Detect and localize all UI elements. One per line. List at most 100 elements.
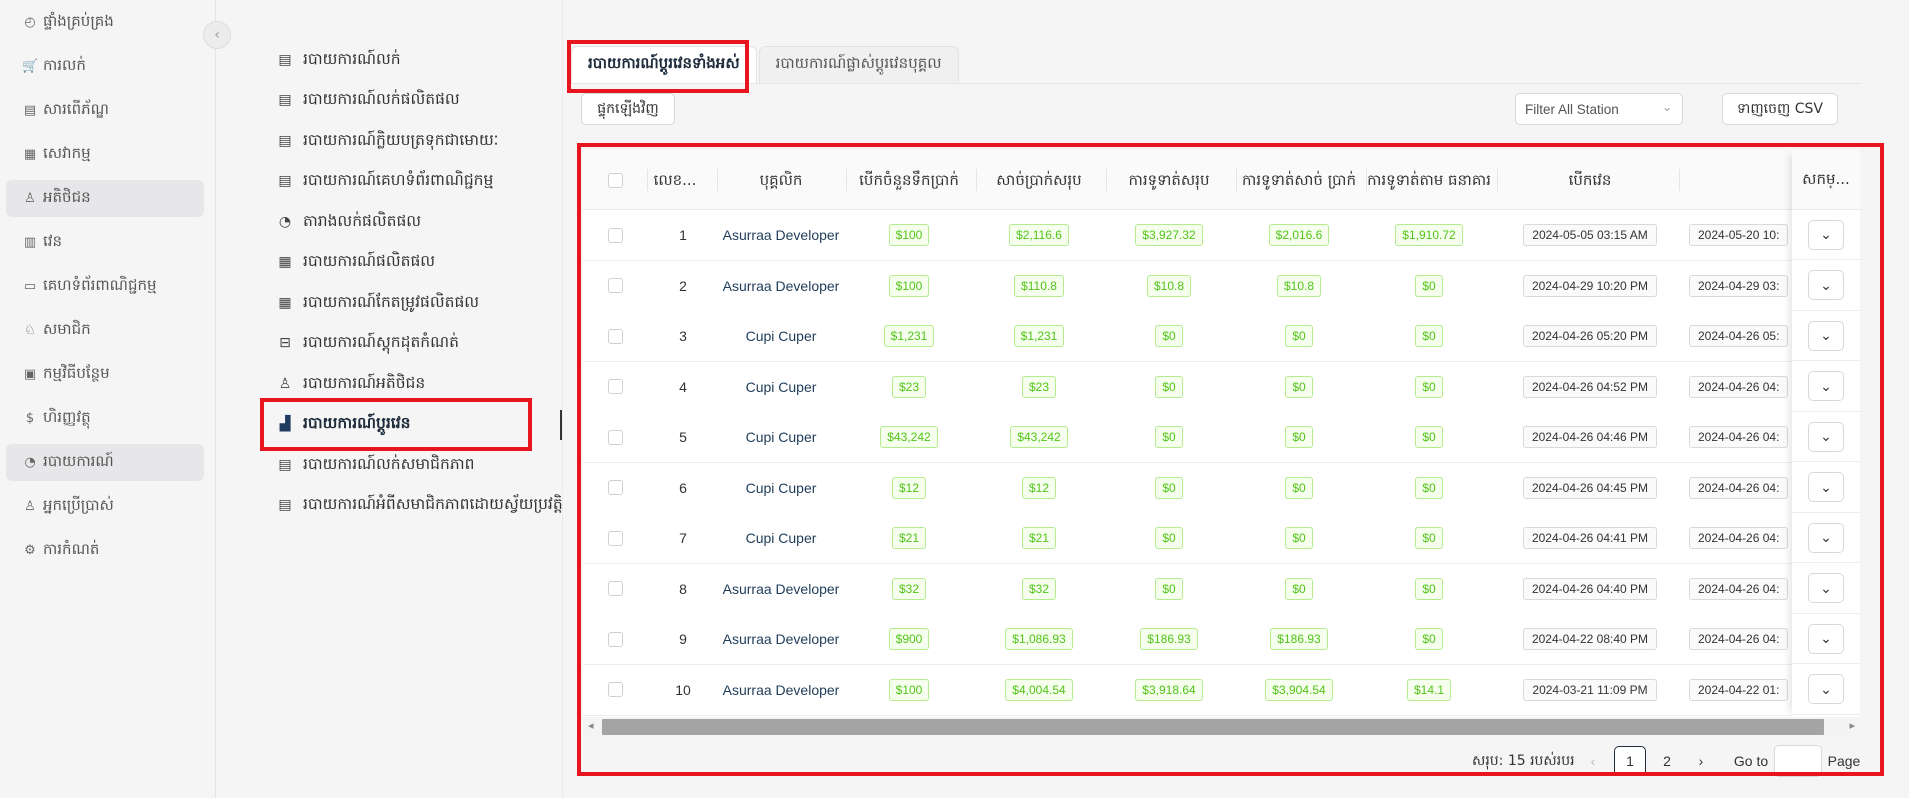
expand-row-button[interactable]: ⌄ — [1808, 270, 1844, 300]
header-separator — [717, 169, 718, 191]
submenu-item-6[interactable]: ▦ របាយការណ៍កែតម្រូវផលិតផល — [277, 285, 479, 321]
row-checkbox[interactable] — [600, 665, 630, 715]
checkbox[interactable] — [607, 631, 623, 647]
nav-item-10[interactable]: ◔ របាយការណ៍ — [6, 444, 204, 481]
submenu-item-2[interactable]: ▤ របាយការណ៍ក្លិយបត្រទុកជាមោយៈ — [277, 123, 498, 159]
row-checkbox[interactable] — [600, 210, 630, 260]
checkbox[interactable] — [607, 682, 623, 697]
expand-row-button[interactable]: ⌄ — [1808, 522, 1844, 553]
submenu-item-0[interactable]: ▤ របាយការណ៍លក់ — [277, 42, 400, 78]
table-row[interactable]: 6 Cupi Cuper $12 $12 $0 $0 $0 2024-04-26 04:45 … — [583, 462, 1860, 514]
scroll-left-icon[interactable]: ◂ — [588, 719, 594, 732]
datetime-tag: 2024-04-26 05: — [1689, 325, 1789, 347]
page-2-button[interactable]: 2 — [1655, 746, 1679, 776]
submenu-item-5[interactable]: ▦ របាយការណ៍ផលិតផល — [277, 244, 435, 280]
submenu-item-3[interactable]: ▤ របាយការណ៍គេហទំព័រពាណិជ្ជកម្ម — [277, 163, 493, 199]
nav-item-8[interactable]: ▣ កម្មវិធីបន្ថែម — [6, 356, 204, 393]
nav-item-5[interactable]: ▥ វេន — [6, 224, 204, 261]
row-checkbox[interactable] — [600, 261, 630, 311]
submenu-item-9[interactable]: ▟ របាយការណ៍ប្តូរវេន — [277, 406, 411, 442]
export-csv-button[interactable]: ទាញចេញ CSV — [1722, 93, 1838, 125]
nav-item-label: ការលក់ — [43, 55, 86, 74]
nav-item-11[interactable]: ♙ អ្នកប្រើប្រាស់ — [6, 488, 204, 525]
table-row[interactable]: 10 Asurraa Developer $100 $4,004.54 $3,918.6… — [583, 664, 1860, 716]
table-row[interactable]: 7 Cupi Cuper $21 $21 $0 $0 $0 2024-04-26 04:41 … — [583, 513, 1860, 564]
table-row[interactable]: 4 Cupi Cuper $23 $23 $0 $0 $0 2024-04-26 04:52 … — [583, 361, 1860, 413]
column-header-6[interactable]: ការទូទាត់សាច់ ប្រាក់ — [1237, 150, 1362, 210]
scroll-right-icon[interactable]: ▸ — [1849, 719, 1855, 732]
tab-individual-shift-report[interactable]: របាយការណ៍ផ្លាស់ប្តូរវេនបុគ្គល — [758, 46, 959, 83]
scrollbar-thumb[interactable] — [602, 719, 1824, 735]
submenu-item-11[interactable]: ▤ របាយការណ៍អំពីសមាជិកភាពដោយស្វ័យប្រវត្តិ — [277, 487, 562, 523]
tab-all-shift-report[interactable]: របាយការណ៍ប្តូរវេនទាំងអស់ — [571, 46, 757, 83]
submenu-item-10[interactable]: ▤ របាយការណ៍លក់សមាជិកភាព — [277, 447, 474, 483]
table-row[interactable]: 1 Asurraa Developer $100 $2,116.6 $3,927.32 $… — [583, 210, 1860, 261]
next-page-icon[interactable]: › — [1693, 746, 1709, 776]
expand-row-button[interactable]: ⌄ — [1808, 623, 1844, 654]
datetime-tag: 2024-04-26 04: — [1689, 476, 1789, 499]
submenu-item-7[interactable]: ⊟ របាយការណ៍ស្តុកដុតកំណត់ — [277, 325, 459, 361]
checkbox[interactable] — [607, 379, 623, 394]
row-checkbox[interactable] — [600, 311, 630, 361]
row-checkbox[interactable] — [600, 362, 630, 412]
checkbox[interactable] — [607, 429, 623, 445]
nav-item-12[interactable]: ⚙ ការកំណត់ — [6, 532, 204, 569]
row-checkbox[interactable] — [600, 412, 630, 462]
goto-page-input[interactable] — [1774, 745, 1822, 777]
amount-tag: $21 — [1021, 527, 1057, 549]
nav-item-3[interactable]: ▦ សេវាកម្ម — [6, 136, 204, 173]
column-header-1[interactable]: លេខ... — [650, 150, 700, 210]
submenu-item-4[interactable]: ◔ តារាងលក់ផលិតផល — [277, 204, 421, 240]
checkbox[interactable] — [607, 530, 623, 546]
expand-row-button[interactable]: ⌄ — [1808, 320, 1844, 351]
page-1-button[interactable]: 1 — [1614, 746, 1646, 776]
table-row[interactable]: 3 Cupi Cuper $1,231 $1,231 $0 $0 $0 2024-04-26 … — [583, 311, 1860, 362]
column-header-2[interactable]: បុគ្គលិក — [716, 150, 846, 210]
expand-row-button[interactable]: ⌄ — [1808, 371, 1844, 401]
nav-item-1[interactable]: 🛒 ការលក់ — [6, 48, 204, 85]
datetime-tag: 2024-04-26 05:20 PM — [1522, 325, 1658, 347]
customer-icon: ♙ — [24, 191, 36, 206]
checkbox[interactable] — [607, 227, 623, 243]
column-header-5[interactable]: ការទូទាត់សរុប — [1107, 150, 1232, 210]
nav-item-4[interactable]: ♙ អតិថិជន — [6, 180, 204, 217]
cell-bank_payment: $0 — [1364, 412, 1494, 462]
row-checkbox[interactable] — [600, 513, 630, 563]
nav-item-2[interactable]: ▤ សារពើភ័ណ្ឌ — [6, 92, 204, 129]
prev-page-icon[interactable]: ‹ — [1585, 746, 1601, 776]
row-checkbox[interactable] — [600, 463, 630, 513]
checkbox[interactable] — [607, 278, 623, 293]
nav-item-7[interactable]: ♘ សមាជិក — [6, 312, 204, 349]
expand-row-button[interactable]: ⌄ — [1808, 472, 1844, 502]
column-header-3[interactable]: បើកចំនួនទឹកប្រាក់ — [847, 150, 972, 210]
column-header-4[interactable]: សាច់ប្រាក់សរុប — [977, 150, 1102, 210]
station-filter-select[interactable]: Filter All Station ⌄ — [1515, 93, 1683, 125]
nav-item-6[interactable]: ▭ គេហទំព័រពាណិជ្ជកម្ម — [6, 268, 204, 305]
expand-row-button[interactable]: ⌄ — [1808, 674, 1844, 704]
expand-row-button[interactable]: ⌄ — [1808, 219, 1844, 250]
row-checkbox[interactable] — [600, 614, 630, 664]
column-header-8[interactable]: បើកវេន — [1500, 150, 1680, 210]
report-doc-icon: ▤ — [278, 92, 292, 108]
table-row[interactable]: 9 Asurraa Developer $900 $1,086.93 $186.93 $1… — [583, 614, 1860, 665]
checkbox[interactable] — [607, 328, 623, 344]
nav-item-9[interactable]: $ ហិរញ្ញវត្ថុ — [6, 400, 204, 437]
amount-tag: $32 — [1021, 577, 1057, 600]
amount-tag: $1,231 — [1013, 325, 1065, 347]
nav-item-0[interactable]: ◴ ផ្ទាំងគ្រប់គ្រង — [6, 4, 204, 41]
select-all-checkbox[interactable] — [600, 150, 630, 210]
table-row[interactable]: 2 Asurraa Developer $100 $110.8 $10.8 $10.8 $0… — [583, 260, 1860, 312]
expand-row-button[interactable]: ⌄ — [1808, 421, 1844, 452]
row-checkbox[interactable] — [600, 564, 630, 614]
submenu-item-8[interactable]: ♙ របាយការណ៍អតិថិជន — [277, 366, 426, 402]
checkbox[interactable] — [607, 480, 623, 495]
column-header-7[interactable]: ការទូទាត់តាម ធនាគារ — [1367, 150, 1492, 210]
reload-button[interactable]: ផ្ទុកឡើងវិញ — [581, 93, 675, 125]
submenu-item-1[interactable]: ▤ របាយការណ៍លក់ផលិតផល — [277, 82, 459, 118]
checkbox[interactable] — [607, 172, 623, 188]
expand-row-button[interactable]: ⌄ — [1808, 573, 1844, 603]
horizontal-scrollbar[interactable]: ◂ ▸ — [583, 717, 1860, 737]
checkbox[interactable] — [607, 581, 623, 596]
table-row[interactable]: 5 Cupi Cuper $43,242 $43,242 $0 $0 $0 2024-04-2… — [583, 412, 1860, 463]
table-row[interactable]: 8 Asurraa Developer $32 $32 $0 $0 $0 2024-04-26… — [583, 563, 1860, 615]
